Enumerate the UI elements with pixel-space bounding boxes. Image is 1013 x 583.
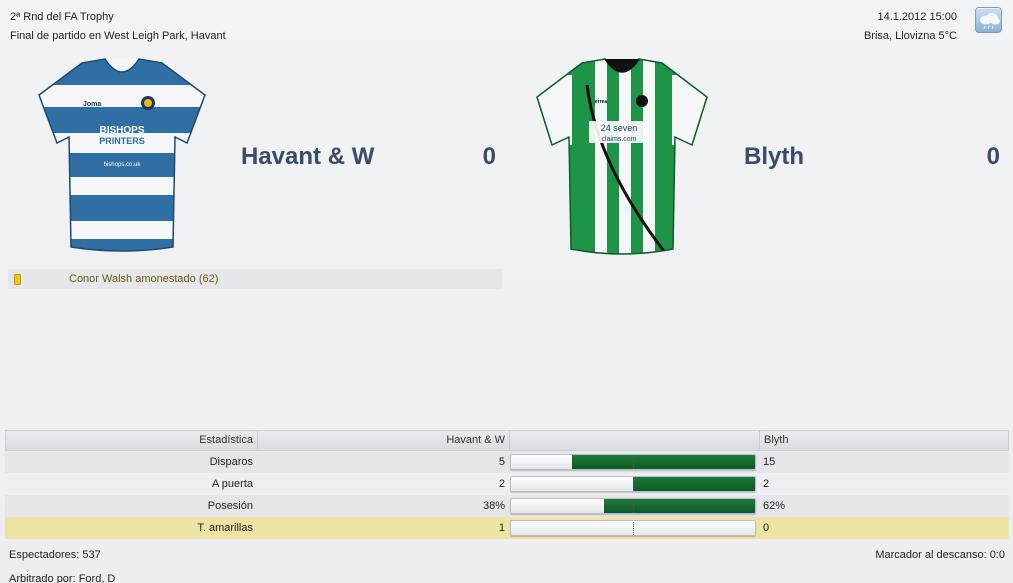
stat-home-value: 2 bbox=[498, 478, 505, 490]
halftime-score-label: Marcador al descanso: 0:0 bbox=[875, 549, 1005, 561]
stat-away-value: 62% bbox=[763, 500, 786, 512]
yellow-card-icon bbox=[14, 273, 21, 285]
home-kit-image: Joma BISHOPS PRINTERS bishops.co.uk bbox=[27, 55, 217, 260]
attendance-label: Espectadores: 537 bbox=[9, 549, 101, 561]
home-sponsor-line2: PRINTERS bbox=[99, 136, 145, 146]
home-sponsor-line1: BISHOPS bbox=[99, 125, 144, 136]
away-team-score: 0 bbox=[986, 143, 1000, 170]
stat-bar-fill bbox=[572, 455, 755, 469]
referee-label[interactable]: Arbitrado por: Ford, D bbox=[9, 573, 115, 583]
stat-away-value: 2 bbox=[763, 478, 770, 490]
match-datetime: 14.1.2012 15:00 bbox=[877, 11, 957, 23]
home-team-name[interactable]: Havant & W bbox=[241, 143, 374, 171]
stat-comparison-bar bbox=[509, 495, 759, 517]
stat-home-value: 38% bbox=[482, 500, 505, 512]
competition-label[interactable]: 2ª Rnd del FA Trophy bbox=[10, 8, 226, 27]
match-header-right: 14.1.2012 15:00 Brisa, Llovizna 5°C bbox=[864, 8, 957, 46]
weather-text: Brisa, Llovizna 5°C bbox=[863, 30, 957, 42]
rain-cloud-icon bbox=[975, 7, 1002, 33]
stats-row-on-target: A puerta 2 2 bbox=[5, 473, 1009, 495]
stats-header-row: Estadística Havant & W Blyth bbox=[5, 430, 1009, 451]
away-sponsor-line2: claims.com bbox=[601, 136, 636, 143]
svg-text:Joma: Joma bbox=[83, 101, 101, 108]
stats-row-shots: Disparos 5 15 bbox=[5, 451, 1009, 473]
away-kit-image: 24 seven claims.com errea bbox=[527, 55, 717, 260]
away-sponsor-line1: 24 seven bbox=[601, 123, 638, 133]
stats-table: Estadística Havant & W Blyth Disparos 5 … bbox=[5, 430, 1009, 539]
home-sponsor-url: bishops.co.uk bbox=[104, 162, 142, 168]
match-event-row[interactable]: Conor Walsh amonestado (62) bbox=[8, 269, 502, 289]
stat-comparison-bar bbox=[509, 517, 759, 539]
stats-row-yellow-cards: T. amarillas 1 0 bbox=[5, 517, 1009, 539]
stat-away-value: 0 bbox=[763, 522, 770, 534]
stat-comparison-bar bbox=[509, 473, 759, 495]
stat-comparison-bar bbox=[509, 451, 759, 473]
stats-row-possession: Posesión 38% 62% bbox=[5, 495, 1009, 517]
stat-bar-fill bbox=[633, 477, 755, 491]
stats-header-away[interactable]: Blyth bbox=[760, 431, 1008, 450]
stats-header-stat[interactable]: Estadística bbox=[6, 431, 258, 450]
match-header-left: 2ª Rnd del FA Trophy Final de partido en… bbox=[10, 8, 226, 46]
away-team-name[interactable]: Blyth bbox=[744, 143, 804, 171]
stat-label: A puerta bbox=[212, 478, 253, 490]
svg-text:errea: errea bbox=[595, 99, 607, 105]
stat-label: Posesión bbox=[207, 500, 253, 512]
stat-bar-fill bbox=[603, 499, 755, 513]
stat-label: Disparos bbox=[209, 456, 253, 468]
home-team-score: 0 bbox=[482, 143, 496, 170]
match-venue-label: Final de partido en West Leigh Park, Hav… bbox=[10, 30, 226, 42]
stat-label: T. amarillas bbox=[197, 522, 253, 534]
stat-home-value: 5 bbox=[498, 456, 505, 468]
stat-home-value: 1 bbox=[498, 522, 505, 534]
event-text: Conor Walsh amonestado (62) bbox=[69, 273, 219, 285]
stats-header-bar bbox=[510, 431, 760, 450]
stats-header-home[interactable]: Havant & W bbox=[258, 431, 510, 450]
stat-away-value: 15 bbox=[763, 456, 776, 468]
